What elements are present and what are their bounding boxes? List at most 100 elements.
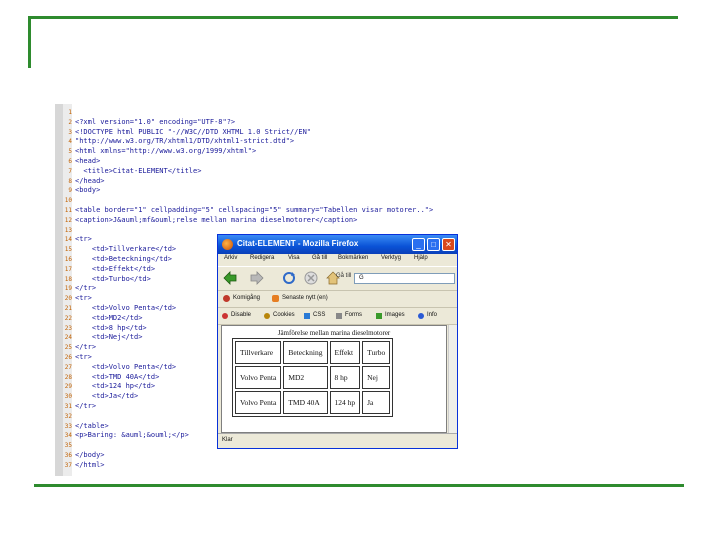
table-cell: MD2 [283,366,328,389]
bookmarks-toolbar: Komigång Senaste nytt (en) [218,290,457,307]
web-developer-toolbar: Disable Cookies CSS Forms Images Info [218,307,457,325]
line-number: 19 [64,285,72,293]
line-number: 28 [64,373,72,381]
code-line: 27 <td>Volvo Penta</td> [63,363,176,371]
line-number: 26 [64,354,72,361]
line-number: 32 [64,412,72,420]
engine-table: Tillverkare Beteckning Effekt Turbo Volvo Pe… [232,338,394,417]
table-cell: Volvo Penta [235,366,282,389]
code-line: 7 <title>Citat-ELEMENT</title> [63,167,201,175]
line-number: 15 [64,246,72,254]
title-bar: Citat-ELEMENT - Mozilla Firefox _ □ ✕ [218,235,457,254]
code-text: </tr> [75,284,97,293]
code-line: 9 <body> [63,186,100,194]
code-line: 17 <td>Effekt</td> [63,265,155,273]
code-line: 18 <td>Turbo</td> [63,275,151,283]
code-line: 12 <caption>J&auml;mf&ouml;relse mellan m… [63,216,358,224]
code-text: <p>Baring: &auml;&ouml;</p> [75,431,189,440]
code-line: 10 [63,196,75,204]
navigation-toolbar: Gå till G [218,266,457,289]
menu-bokmarken[interactable]: Bokmärken [338,255,368,261]
code-line: 1 [63,108,75,116]
table-cell: Beteckning [283,341,328,364]
menu-arkiv[interactable]: Arkiv [224,255,237,261]
table-cell: Nej [362,366,391,389]
line-number: 36 [64,452,72,459]
table-cell: Volvo Penta [235,391,282,414]
code-text: <td>Ja</td> [75,392,139,401]
code-text: <td>MD2</td> [75,313,143,322]
forward-icon[interactable] [250,271,264,285]
code-text: <!DOCTYPE html PUBLIC "-//W3C//DTD XHTML… [75,127,312,136]
line-number: 3 [68,128,72,136]
firefox-icon [222,239,233,250]
code-text: <td>124 hp</td> [75,382,156,391]
table-cell: 8 hp [329,366,361,389]
bookmark-komigang[interactable]: Komigång [233,295,260,301]
url-input[interactable]: G [354,273,455,284]
url-text: G [359,275,364,281]
line-number: 4 [68,138,72,146]
code-line: 6 <head> [63,157,100,165]
line-number: 37 [64,461,72,469]
code-text: </tr> [75,343,97,352]
line-number: 6 [68,158,72,165]
webdev-forms[interactable]: Forms [345,312,362,318]
line-number: 12 [64,216,72,224]
close-button[interactable]: ✕ [442,238,455,251]
line-number: 31 [64,403,72,410]
line-number: 8 [68,177,72,185]
bookmark-senaste-nytt[interactable]: Senaste nytt (en) [282,295,328,301]
line-number: 33 [64,422,72,430]
webdev-cookies[interactable]: Cookies [273,312,295,318]
code-text: <td>Nej</td> [75,333,143,342]
code-line: 25 </tr> [63,343,96,351]
code-line: 30 <td>Ja</td> [63,392,138,400]
back-icon[interactable] [223,271,237,285]
reload-icon[interactable] [282,271,296,285]
code-text: <td>Effekt</td> [75,264,156,273]
code-line: 22 <td>MD2</td> [63,313,143,322]
code-line: 31 </tr> [63,402,96,410]
bookmark-icon [223,295,230,302]
minimize-button[interactable]: _ [412,238,425,251]
code-line: 16 <td>Beteckning</td> [63,255,172,263]
code-line: 14 <tr> [63,235,92,243]
line-number: 14 [64,236,72,244]
code-line: 32 [63,412,75,420]
menu-visa[interactable]: Visa [288,255,300,261]
code-text: <body> [75,186,101,195]
menu-ga-till[interactable]: Gå till [312,255,327,261]
menu-hjalp[interactable]: Hjälp [414,255,428,261]
line-number: 25 [64,344,72,352]
line-number: 20 [64,295,72,303]
table-cell: Effekt [329,341,361,364]
code-text: <html xmlns="http://www.w3.org/1999/xhtm… [75,147,257,156]
code-text: </table> [75,421,109,430]
table-row: Volvo Penta TMD 40A 124 hp Ja [235,391,391,414]
maximize-button[interactable]: □ [427,238,440,251]
webdev-css[interactable]: CSS [313,312,325,318]
webdev-images[interactable]: Images [385,312,405,318]
code-line: 29 <td>124 hp</td> [63,382,155,390]
line-number: 1 [68,109,72,116]
menu-verktyg[interactable]: Verktyg [381,255,401,261]
code-line: 13 [63,226,75,234]
menu-redigera[interactable]: Redigera [250,255,274,261]
line-number: 5 [68,148,72,156]
disable-icon [222,313,228,319]
table-cell: Tillverkare [235,341,282,364]
images-icon [376,313,382,319]
vertical-scrollbar[interactable] [448,325,457,433]
stop-icon[interactable] [304,271,318,285]
line-number: 30 [64,393,72,401]
webdev-disable[interactable]: Disable [231,312,251,318]
code-text: <?xml version="1.0" encoding="UTF-8"?> [75,117,236,126]
webdev-info[interactable]: Info [427,312,437,318]
code-text: <tr> [75,294,92,303]
line-number: 2 [68,118,72,126]
code-text: <tr> [75,235,92,244]
line-number: 18 [64,275,72,283]
code-text: <td>Volvo Penta</td> [75,362,177,371]
menu-bar: Arkiv Redigera Visa Gå till Bokmärken Ve… [218,254,457,266]
